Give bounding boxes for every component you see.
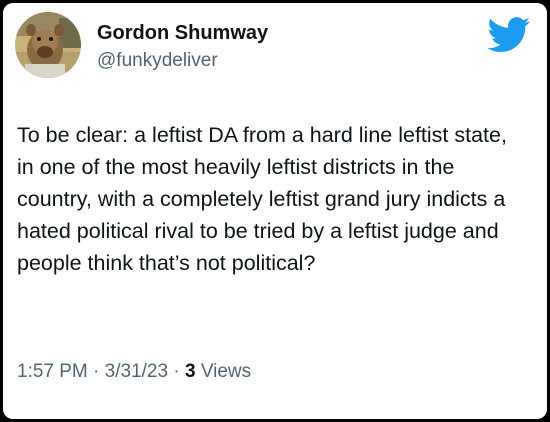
tweet-card: Gordon Shumway @funkydeliver To be clear…: [3, 3, 547, 419]
tweet-date[interactable]: 3/31/23: [105, 361, 168, 382]
twitter-bird-icon[interactable]: [487, 17, 531, 53]
author-avatar[interactable]: [15, 12, 81, 78]
alf-avatar-image: [15, 12, 81, 78]
twitter-bird-icon-svg: [487, 17, 530, 52]
author-handle[interactable]: @funkydeliver: [97, 49, 218, 73]
tweet-time[interactable]: 1:57 PM: [17, 361, 88, 382]
tweet-text: To be clear: a leftist DA from a hard li…: [17, 123, 507, 275]
meta-separator: ·: [168, 361, 185, 382]
tweet-metadata: 1:57 PM · 3/31/23 · 3 Views: [17, 360, 251, 384]
views-label: Views: [200, 361, 252, 382]
views-count: 3: [184, 361, 196, 382]
author-display-name[interactable]: Gordon Shumway: [97, 21, 268, 45]
meta-separator: ·: [87, 361, 105, 382]
